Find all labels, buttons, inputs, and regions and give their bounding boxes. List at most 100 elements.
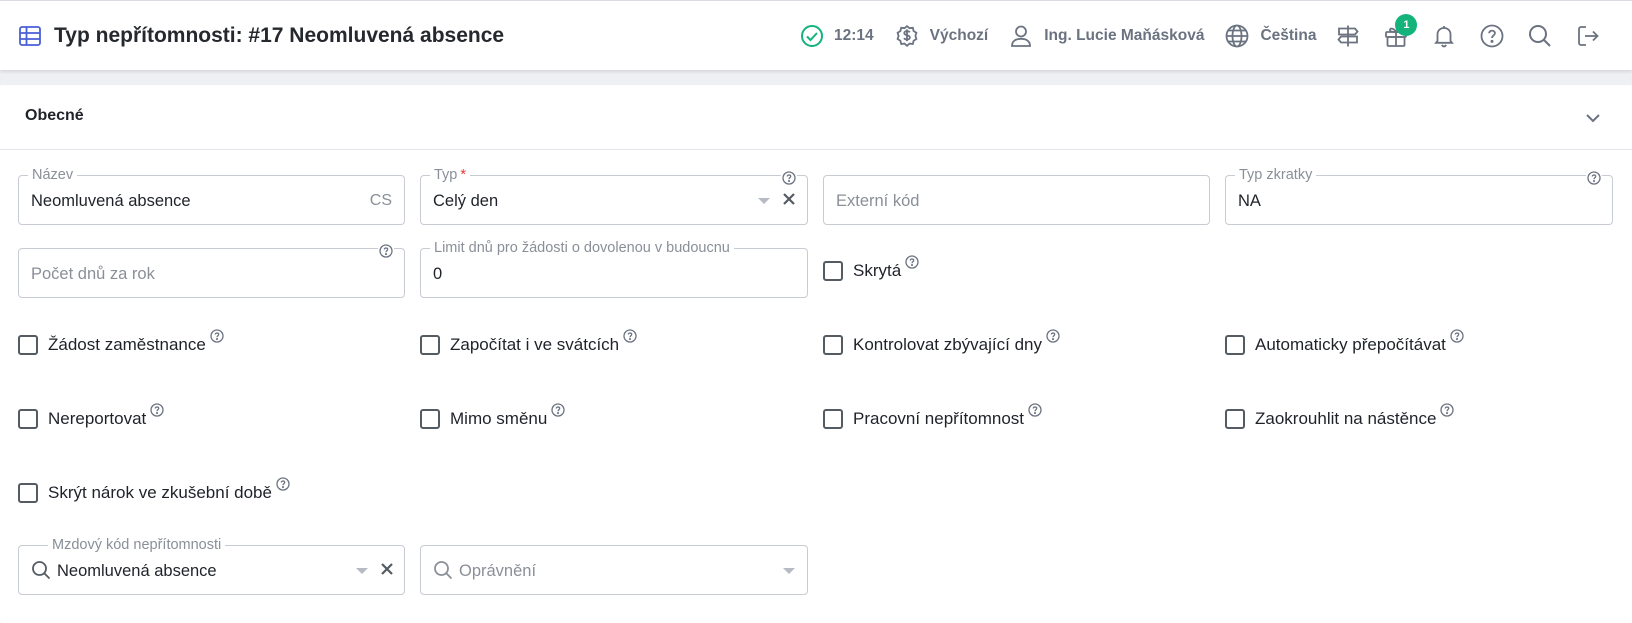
checkbox-label: Nereportovat xyxy=(48,409,147,428)
checkbox-box[interactable] xyxy=(823,409,843,429)
search-icon xyxy=(31,560,51,580)
mzdovy-kod-select[interactable]: Mzdový kód nepřítomnosti Neomluvená abse… xyxy=(18,536,405,595)
bell-icon xyxy=(1431,23,1457,49)
signpost-button[interactable] xyxy=(1330,18,1366,54)
typ-select[interactable]: Typ * Celý den xyxy=(420,166,808,225)
pocet-dnu-input[interactable]: Počet dnů za rok xyxy=(18,244,405,298)
help-icon[interactable] xyxy=(210,329,224,343)
checkbox-label: Mimo směnu xyxy=(450,409,548,428)
help-icon[interactable] xyxy=(1028,403,1042,417)
checkbox-box[interactable] xyxy=(420,335,440,355)
chevron-down-icon xyxy=(1583,108,1603,128)
checkbox-zadost-zamestnance[interactable]: Žádost zaměstnance xyxy=(18,329,224,357)
typ-zkratky-value: NA xyxy=(1238,192,1261,210)
search-icon xyxy=(433,560,453,580)
checkbox-zapocitat-ve-svatcich[interactable]: Započítat i ve svátcích xyxy=(420,329,637,357)
logout-icon xyxy=(1575,23,1601,49)
help-icon[interactable] xyxy=(1046,329,1060,343)
nazev-field[interactable]: Název Neomluvená absence CS xyxy=(18,166,405,225)
checkbox-label: Automaticky přepočítávat xyxy=(1255,335,1446,354)
logout-button[interactable] xyxy=(1570,18,1606,54)
user-menu[interactable]: Ing. Lucie Maňásková xyxy=(1008,18,1204,54)
user-name: Ing. Lucie Maňásková xyxy=(1044,27,1205,44)
pocet-dnu-placeholder: Počet dnů za rok xyxy=(31,265,155,283)
caret-down-icon[interactable] xyxy=(356,568,368,575)
checkbox-zaokrouhlit-na-nastence[interactable]: Zaokrouhlit na nástěnce xyxy=(1225,403,1455,431)
typ-zkratky-field[interactable]: Typ zkratky NA xyxy=(1225,166,1613,225)
notifications-button[interactable] xyxy=(1426,18,1462,54)
help-icon[interactable] xyxy=(378,244,394,258)
limit-dnu-value: 0 xyxy=(433,265,443,283)
help-icon[interactable] xyxy=(623,329,637,343)
section-title: Obecné xyxy=(25,107,84,124)
title-group: Typ nepřítomnosti: #17 Neomluvená absenc… xyxy=(18,23,504,49)
externi-kod-placeholder: Externí kód xyxy=(836,192,920,210)
required-mark: * xyxy=(460,167,467,183)
checkbox-mimo-smenu[interactable]: Mimo směnu xyxy=(420,403,565,431)
nazev-language-button[interactable]: CS xyxy=(370,192,392,210)
checkbox-skryt-narok-ve-zkusebni-dobe[interactable]: Skrýt nárok ve zkušební době xyxy=(18,477,290,505)
opravneni-select[interactable]: Oprávnění xyxy=(420,545,808,595)
help-icon[interactable] xyxy=(276,477,290,491)
clear-icon[interactable] xyxy=(380,562,394,576)
checkbox-automaticky-prepocitavat[interactable]: Automaticky přepočítávat xyxy=(1225,329,1464,357)
collapse-button[interactable] xyxy=(1578,103,1608,133)
typ-zkratky-label: Typ zkratky xyxy=(1235,166,1317,184)
checkbox-box[interactable] xyxy=(18,483,38,503)
caret-down-icon[interactable] xyxy=(758,198,770,205)
nazev-value: Neomluvená absence xyxy=(31,192,191,210)
checkbox-pracovni-nepritomnost[interactable]: Pracovní nepřítomnost xyxy=(823,403,1042,431)
help-icon[interactable] xyxy=(150,403,164,417)
checkbox-label: Zaokrouhlit na nástěnce xyxy=(1255,409,1437,428)
page-title: Typ nepřítomnosti: #17 Neomluvená absenc… xyxy=(54,24,505,47)
help-icon[interactable] xyxy=(1450,329,1464,343)
limit-dnu-field[interactable]: Limit dnů pro žádosti o dovolenou v budo… xyxy=(420,239,808,298)
language-selector[interactable]: Čeština xyxy=(1224,18,1316,54)
checkbox-kontrolovat-zbyvajici-dny[interactable]: Kontrolovat zbývající dny xyxy=(823,329,1060,357)
checkbox-box[interactable] xyxy=(18,409,38,429)
top-bar-actions: 12:14 Výchozí Ing. Lucie Maňásková Češti… xyxy=(800,14,1606,54)
caret-down-icon[interactable] xyxy=(783,568,795,575)
check-circle-icon xyxy=(800,24,824,48)
help-icon[interactable] xyxy=(551,403,565,417)
externi-kod-input[interactable]: Externí kód xyxy=(823,175,1210,225)
checkbox-box[interactable] xyxy=(18,335,38,355)
checkbox-label: Žádost zaměstnance xyxy=(48,335,206,354)
gift-badge: 1 xyxy=(1395,14,1418,36)
checkbox-box[interactable] xyxy=(1225,335,1245,355)
clear-icon[interactable] xyxy=(782,192,796,206)
help-icon[interactable] xyxy=(1586,171,1602,185)
top-bar: Typ nepřítomnosti: #17 Neomluvená absenc… xyxy=(0,0,1632,70)
help-icon[interactable] xyxy=(781,171,797,185)
checkbox-box[interactable] xyxy=(420,409,440,429)
opravneni-placeholder: Oprávnění xyxy=(459,562,537,580)
help-icon[interactable] xyxy=(1440,403,1455,417)
search-icon xyxy=(1527,23,1553,49)
checkbox-box[interactable] xyxy=(823,335,843,355)
checkbox-label: Skrýt nárok ve zkušební době xyxy=(48,483,272,502)
globe-icon xyxy=(1224,23,1250,49)
gift-button[interactable]: 1 xyxy=(1378,14,1418,54)
checkbox-skryta[interactable]: Skrytá xyxy=(823,255,919,283)
search-button[interactable] xyxy=(1522,18,1558,54)
table-icon xyxy=(18,24,42,48)
general-section-card: Obecné Název Neomluvená absence CS Typ * … xyxy=(0,85,1632,623)
checkbox-box[interactable] xyxy=(823,261,843,281)
mzdovy-kod-value: Neomluvená absence xyxy=(57,562,217,580)
mzdovy-kod-label: Mzdový kód nepřítomnosti xyxy=(48,536,226,554)
checkbox-label: Pracovní nepřítomnost xyxy=(853,409,1025,428)
currency-label: Výchozí xyxy=(929,27,989,44)
status-time: 12:14 xyxy=(834,27,874,44)
currency-selector[interactable]: Výchozí xyxy=(894,18,989,54)
checkbox-box[interactable] xyxy=(1225,409,1245,429)
nazev-label: Název xyxy=(28,166,78,184)
save-status: 12:14 xyxy=(800,18,874,54)
section-header[interactable]: Obecné xyxy=(0,85,1632,150)
checkbox-nereportovat[interactable]: Nereportovat xyxy=(18,403,164,431)
typ-value: Celý den xyxy=(433,192,499,210)
help-button[interactable] xyxy=(1474,18,1510,54)
signpost-icon xyxy=(1335,23,1361,49)
help-icon[interactable] xyxy=(905,255,919,269)
limit-dnu-label: Limit dnů pro žádosti o dovolenou v budo… xyxy=(430,239,734,257)
currency-icon xyxy=(894,23,920,49)
